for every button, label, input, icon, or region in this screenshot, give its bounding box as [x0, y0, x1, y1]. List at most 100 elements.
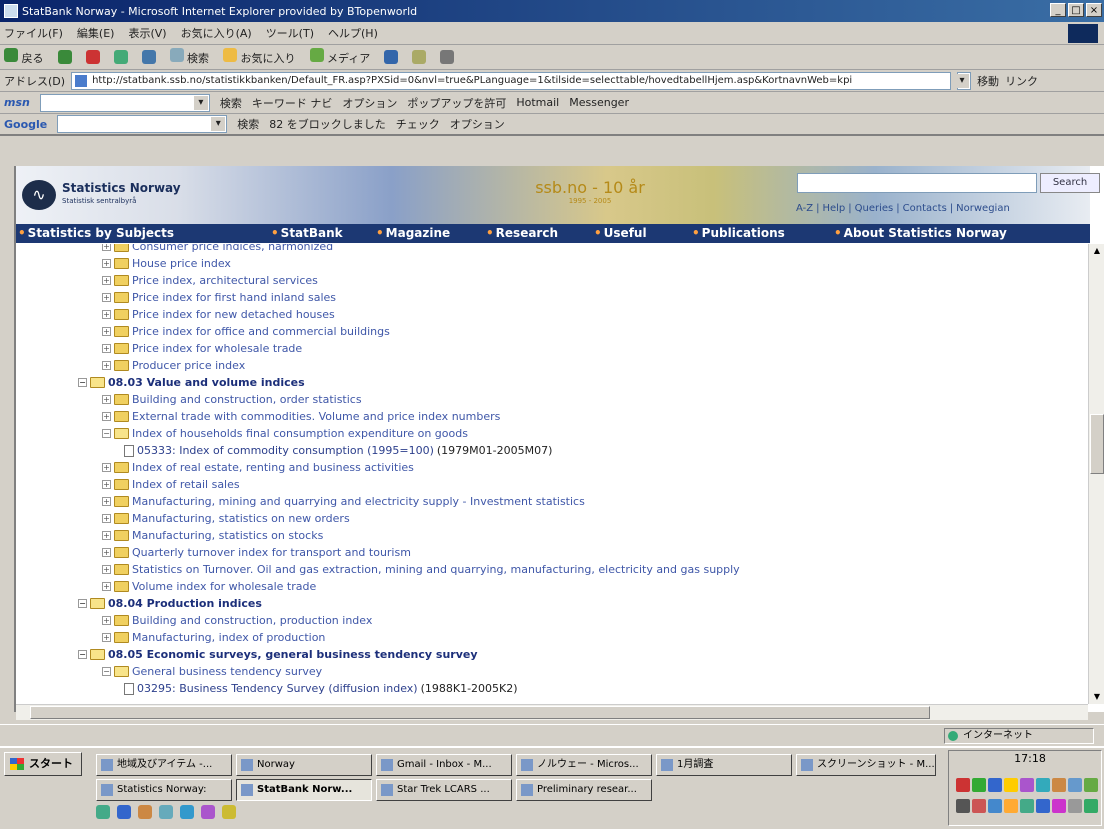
history-icon[interactable] — [384, 50, 399, 64]
link-a-z[interactable]: A-Z — [796, 203, 813, 217]
tree-folder[interactable]: + Quarterly turnover index for transport … — [102, 544, 411, 561]
address-dropdown[interactable] — [955, 71, 972, 90]
tree-folder[interactable]: + Consumer price indices, harmonized — [102, 244, 333, 255]
media-toolbar-button[interactable]: メディア — [309, 48, 370, 66]
tree-item-label[interactable]: 05333: Index of commodity consumption (1… — [137, 444, 434, 457]
tree-item-label[interactable]: Index of retail sales — [132, 478, 240, 491]
vertical-scrollbar[interactable]: ▲ ▼ — [1088, 244, 1104, 704]
msn-search-button[interactable]: 検索 — [220, 95, 242, 111]
expand-toggle-icon[interactable]: + — [102, 293, 111, 302]
expand-toggle-icon[interactable]: − — [78, 378, 87, 387]
site-search-input[interactable] — [797, 173, 1037, 193]
taskbar-button[interactable]: Norway — [236, 754, 372, 776]
tray-app-icon[interactable] — [1020, 799, 1034, 813]
menu-edit[interactable]: 編集(E) — [77, 25, 115, 41]
link-contacts[interactable]: Contacts — [903, 203, 947, 217]
horizontal-scroll-thumb[interactable] — [30, 706, 930, 719]
maximize-button[interactable]: □ — [1068, 3, 1084, 17]
tray-app-icon[interactable] — [1052, 799, 1066, 813]
expand-toggle-icon[interactable]: + — [102, 582, 111, 591]
forward-arrow-icon[interactable] — [57, 50, 72, 64]
stop-icon[interactable] — [85, 50, 100, 64]
tree-folder[interactable]: + Price index for wholesale trade — [102, 340, 302, 357]
tree-item-label[interactable]: Manufacturing, index of production — [132, 631, 325, 644]
expand-toggle-icon[interactable]: + — [102, 310, 111, 319]
mail-icon[interactable] — [412, 50, 427, 64]
expand-toggle-icon[interactable]: + — [102, 531, 111, 540]
expand-toggle-icon[interactable]: − — [102, 429, 111, 438]
expand-toggle-icon[interactable]: + — [102, 616, 111, 625]
expand-toggle-icon[interactable]: + — [102, 514, 111, 523]
tree-folder[interactable]: − General business tendency survey — [102, 663, 322, 680]
taskbar-button[interactable]: StatBank Norw... — [236, 779, 372, 801]
expand-toggle-icon[interactable]: + — [102, 565, 111, 574]
site-search-button[interactable]: Search — [1040, 173, 1100, 193]
tree-item-label[interactable]: Quarterly turnover index for transport a… — [132, 546, 411, 559]
menu-file[interactable]: ファイル(F) — [4, 25, 63, 41]
taskbar-button[interactable]: 地域及びアイテム -... — [96, 754, 232, 776]
tray-app-icon[interactable] — [988, 799, 1002, 813]
tree-folder[interactable]: + Manufacturing, mining and quarrying and… — [102, 493, 585, 510]
msn-highlight-button[interactable]: キーワード ナビ — [252, 95, 333, 111]
tree-item-label[interactable]: Price index, architectural services — [132, 274, 318, 287]
tree-section[interactable]: − 08.05 Economic surveys, general busines… — [78, 646, 478, 663]
tree-item-label[interactable]: Index of real estate, renting and busine… — [132, 461, 414, 474]
hotmail-button[interactable]: Hotmail — [516, 96, 559, 109]
tray-app-icon[interactable] — [956, 799, 970, 813]
nav-useful[interactable]: • Useful — [594, 226, 647, 240]
tray-app-icon[interactable] — [988, 778, 1002, 792]
tree-folder[interactable]: + Building and construction, order statis… — [102, 391, 362, 408]
back-button[interactable]: 戻る — [4, 48, 44, 66]
outlook-icon[interactable] — [138, 805, 152, 819]
tray-app-icon[interactable] — [1036, 778, 1050, 792]
refresh-icon[interactable] — [113, 50, 128, 64]
browser-icon[interactable] — [180, 805, 194, 819]
expand-toggle-icon[interactable]: + — [102, 395, 111, 404]
google-search-button[interactable]: 検索 — [237, 116, 259, 132]
media-player-icon[interactable] — [159, 805, 173, 819]
tray-app-icon[interactable] — [956, 778, 970, 792]
nav-statistics-by-subjects[interactable]: • Statistics by Subjects — [18, 226, 174, 240]
tree-folder[interactable]: + Manufacturing, index of production — [102, 629, 325, 646]
taskbar-button[interactable]: Star Trek LCARS ... — [376, 779, 512, 801]
home-icon[interactable] — [141, 50, 156, 64]
tree-item-label[interactable]: Statistics on Turnover. Oil and gas extr… — [132, 563, 740, 576]
msn-logo[interactable]: msn — [4, 96, 30, 109]
tray-app-icon[interactable] — [1084, 799, 1098, 813]
expand-toggle-icon[interactable]: + — [102, 276, 111, 285]
search-toolbar-button[interactable]: 検索 — [169, 48, 209, 66]
clock[interactable]: 17:18 — [1000, 752, 1060, 768]
tree-folder[interactable]: + Statistics on Turnover. Oil and gas ext… — [102, 561, 740, 578]
google-logo[interactable]: Google — [4, 118, 47, 131]
expand-toggle-icon[interactable]: + — [102, 497, 111, 506]
ie-launch-icon[interactable] — [117, 805, 131, 819]
nav-magazine[interactable]: • Magazine — [376, 226, 450, 240]
google-search-input[interactable] — [57, 115, 228, 133]
menu-help[interactable]: ヘルプ(H) — [328, 25, 378, 41]
tree-folder[interactable]: + Index of real estate, renting and busin… — [102, 459, 414, 476]
expand-toggle-icon[interactable]: − — [78, 650, 87, 659]
start-button[interactable]: スタート — [4, 752, 82, 776]
menu-favorites[interactable]: お気に入り(A) — [181, 25, 252, 41]
tree-item-label[interactable]: Manufacturing, statistics on new orders — [132, 512, 350, 525]
nav-statbank[interactable]: • StatBank — [271, 226, 343, 240]
expand-toggle-icon[interactable]: + — [102, 463, 111, 472]
expand-toggle-icon[interactable]: + — [102, 327, 111, 336]
link-queries[interactable]: Queries — [855, 203, 894, 217]
taskbar-button[interactable]: 1月調査 — [656, 754, 792, 776]
tray-app-icon[interactable] — [1052, 778, 1066, 792]
spell-check-button[interactable]: チェック — [396, 116, 440, 132]
tray-app-icon[interactable] — [972, 778, 986, 792]
expand-toggle-icon[interactable]: + — [102, 244, 111, 251]
expand-toggle-icon[interactable]: − — [78, 599, 87, 608]
folder-icon[interactable] — [222, 805, 236, 819]
tree-item-label[interactable]: 08.04 Production indices — [108, 597, 262, 610]
tree-item-label[interactable]: Building and construction, order statist… — [132, 393, 362, 406]
nav-research[interactable]: • Research — [486, 226, 558, 240]
scroll-down-icon[interactable]: ▼ — [1090, 690, 1104, 704]
nav-about[interactable]: • About Statistics Norway — [834, 226, 1007, 240]
close-button[interactable]: × — [1086, 3, 1102, 17]
vertical-scroll-thumb[interactable] — [1090, 414, 1104, 474]
tree-item-label[interactable]: Price index for new detached houses — [132, 308, 335, 321]
tree-folder[interactable]: + Price index for first hand inland sales — [102, 289, 336, 306]
